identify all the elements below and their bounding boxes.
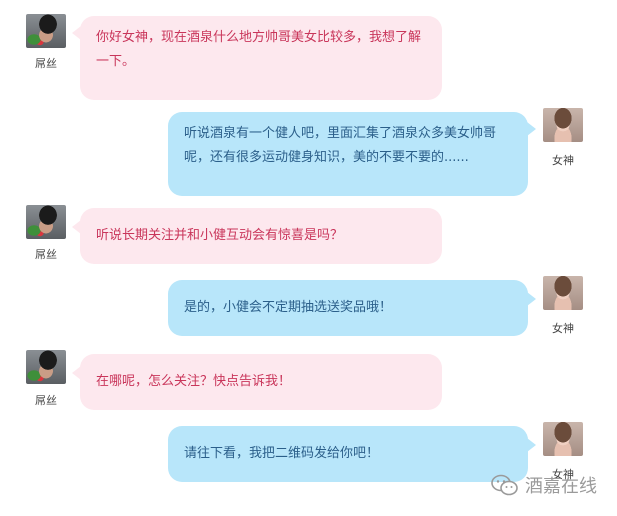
watermark: 酒嘉在线 [491,472,597,498]
chat-bubble: 是的，小健会不定期抽选送奖品哦！ [168,280,528,336]
message-text: 请往下看，我把二维码发给你吧！ [184,446,380,461]
speaker-name: 女神 [552,154,574,167]
message-text: 在哪呢，怎么关注？快点告诉我！ [96,374,292,389]
message-text: 是的，小健会不定期抽选送奖品哦！ [184,300,393,315]
chat-bubble: 请往下看，我把二维码发给你吧！ [168,426,528,482]
chat-bubble: 听说长期关注并和小健互动会有惊喜是吗？ [80,208,442,264]
chat-bubble: 听说酒泉有一个健人吧，里面汇集了酒泉众多美女帅哥呢，还有很多运动健身知识，美的不… [168,112,528,196]
user-avatar [26,205,66,239]
speaker-name: 屌丝 [35,394,57,407]
message-text: 你好女神，现在酒泉什么地方帅哥美女比较多，我想了解一下。 [96,30,422,69]
message-text: 听说长期关注并和小健互动会有惊喜是吗？ [96,228,344,243]
bubble-tail [527,438,536,452]
watermark-text: 酒嘉在线 [525,476,597,497]
bubble-tail [527,122,536,136]
chat-bubble: 在哪呢，怎么关注？快点告诉我！ [80,354,442,410]
user-avatar [543,108,583,142]
wechat-icon [491,474,518,496]
user-avatar [26,350,66,384]
message-text: 听说酒泉有一个健人吧，里面汇集了酒泉众多美女帅哥呢，还有很多运动健身知识，美的不… [184,126,497,165]
speaker-name: 女神 [552,322,574,335]
bubble-tail [527,292,536,306]
speaker-name: 屌丝 [35,248,57,261]
speaker-name: 屌丝 [35,57,57,70]
chat-bubble: 你好女神，现在酒泉什么地方帅哥美女比较多，我想了解一下。 [80,16,442,100]
user-avatar [543,276,583,310]
user-avatar [26,14,66,48]
user-avatar [543,422,583,456]
